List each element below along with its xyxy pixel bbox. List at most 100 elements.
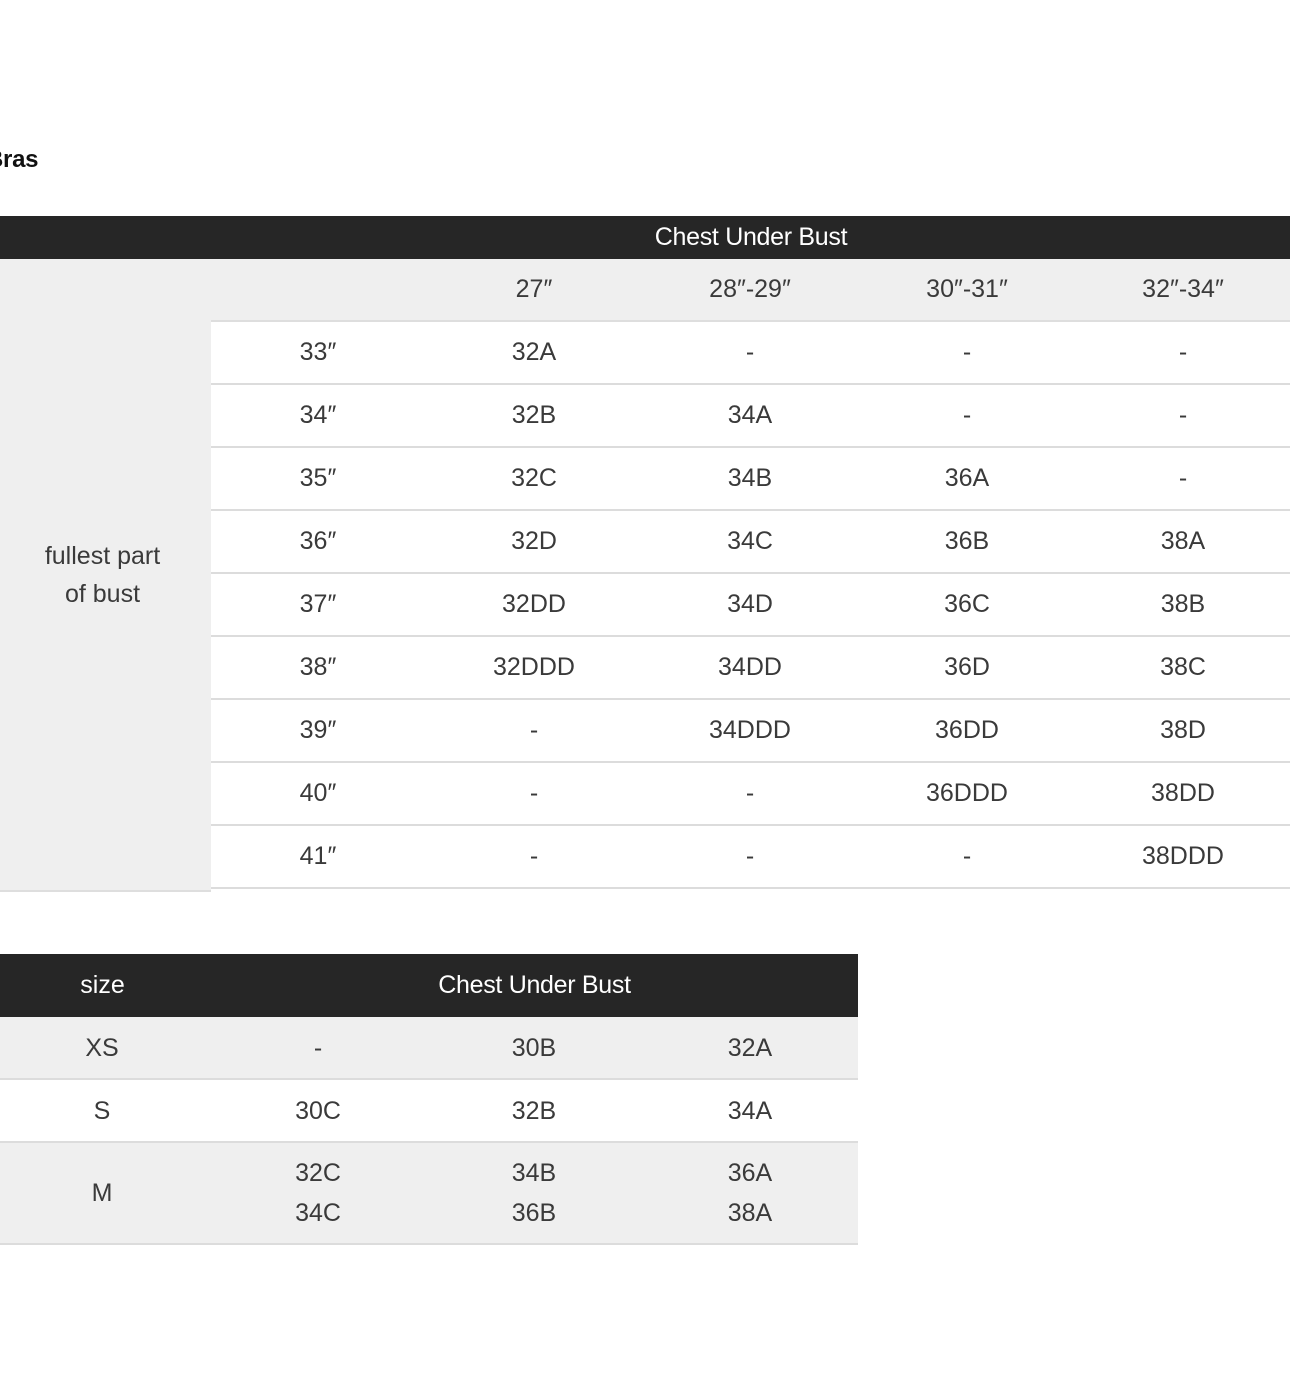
cell-line: 36A	[727, 1159, 773, 1187]
table-cell: -	[962, 842, 972, 870]
table-row: 40″ - - 36DDD 38DD	[211, 763, 1290, 826]
table-cell: -	[745, 842, 755, 870]
row-label-cell: 36″	[299, 527, 337, 555]
table-cell: 38D	[1160, 716, 1206, 744]
letter-size-table: size Chest Under Bust XS - 30B 32A S 30C 32B 34…	[0, 954, 858, 1245]
table-cell: -	[1178, 401, 1188, 429]
table-cell: 38B	[1160, 590, 1206, 618]
table-cell: 38C	[1160, 653, 1206, 681]
table-cell: 36A 38A	[650, 1143, 850, 1243]
row-group-label: fullest part of bust	[0, 537, 205, 613]
table-cell: 36A	[944, 464, 990, 492]
table-row: 38″ 32DDD 34DD 36D 38C	[211, 637, 1290, 700]
cell-line: 32B	[511, 1096, 557, 1125]
table-cell: -	[529, 779, 539, 807]
table-cell: -	[962, 338, 972, 366]
cell-line: 34A	[727, 1096, 773, 1125]
table-cell: 34B 36B	[434, 1143, 634, 1243]
table-cell: 36DDD	[926, 779, 1008, 807]
size-cell: S	[2, 1080, 202, 1141]
table-body: fullest part of bust 27″ 28″-29″ 30″-31″ 32…	[0, 259, 1290, 892]
row-label-cell: 41″	[299, 842, 337, 870]
table-cell: 34A	[727, 401, 773, 429]
table-row: M 32C 34C 34B 36B 36A 38A	[0, 1143, 858, 1245]
table-cell: 36DD	[935, 716, 999, 744]
table-cell: 34D	[727, 590, 773, 618]
table-row: S 30C 32B 34A	[0, 1080, 858, 1143]
row-label-cell: 39″	[299, 716, 337, 744]
row-label-cell: 33″	[299, 338, 337, 366]
table-cell: 34DDD	[709, 716, 791, 744]
table-cell: 32C	[511, 464, 557, 492]
chest-column-header: Chest Under Bust	[438, 971, 631, 999]
table-cell: -	[745, 338, 755, 366]
table-row: 36″ 32D 34C 36B 38A	[211, 511, 1290, 574]
table-cell: 38DD	[1151, 779, 1215, 807]
table-cell: -	[1178, 464, 1188, 492]
cell-line: 30B	[511, 1033, 557, 1062]
table-cell: 34A	[650, 1080, 850, 1141]
column-header-cell: 28″-29″	[709, 275, 791, 303]
row-label-cell: 38″	[299, 653, 337, 681]
table-cell: 34B	[727, 464, 773, 492]
table-cell: 32A	[650, 1017, 850, 1078]
table-cell: 38DDD	[1142, 842, 1224, 870]
column-header-cell: 27″	[515, 275, 553, 303]
bust-size-table: Chest Under Bust fullest part of bust 27…	[0, 216, 1290, 892]
cell-line: 32C	[295, 1159, 341, 1187]
table-row: 35″ 32C 34B 36A -	[211, 448, 1290, 511]
table-cell: 36D	[944, 653, 990, 681]
cell-line: 30C	[295, 1096, 341, 1125]
row-group-label-line: of bust	[64, 580, 141, 608]
table-cell: 34C	[727, 527, 773, 555]
table-cell: 32A	[511, 338, 557, 366]
table-cell: 32B	[434, 1080, 634, 1141]
table-cell: 32C 34C	[218, 1143, 418, 1243]
size-cell: XS	[2, 1017, 202, 1078]
cell-line: -	[313, 1033, 323, 1062]
row-group-label-line: fullest part	[44, 542, 161, 570]
table-row: 37″ 32DD 34D 36C 38B	[211, 574, 1290, 637]
row-group-header: fullest part of bust	[0, 259, 211, 892]
table-cell: 32DD	[502, 590, 566, 618]
row-label-cell: 35″	[299, 464, 337, 492]
row-label-cell: 40″	[299, 779, 337, 807]
table-header: size Chest Under Bust	[0, 954, 858, 1017]
table-header-chest-under-bust: Chest Under Bust	[0, 216, 1290, 259]
table-cell: 30C	[218, 1080, 418, 1141]
table-cell: 36C	[944, 590, 990, 618]
table-cell: 36B	[944, 527, 990, 555]
table-row: 33″ 32A - - -	[211, 322, 1290, 385]
table-cell: -	[529, 842, 539, 870]
table-row: 41″ - - - 38DDD	[211, 826, 1290, 889]
column-header-row: 27″ 28″-29″ 30″-31″ 32″-34″	[211, 259, 1290, 322]
table-cell: -	[962, 401, 972, 429]
cell-line: 32A	[727, 1033, 773, 1062]
table-cell: 32DDD	[493, 653, 575, 681]
table-cell: 38A	[1160, 527, 1206, 555]
size-value: XS	[85, 1033, 119, 1062]
table-cell: -	[218, 1017, 418, 1078]
column-header-cell: 30″-31″	[926, 275, 1008, 303]
size-value: M	[91, 1179, 113, 1207]
table-cell: -	[1178, 338, 1188, 366]
size-column-header: size	[80, 971, 125, 999]
cell-line: 36B	[511, 1199, 557, 1227]
cell-line: 38A	[727, 1199, 773, 1227]
size-cell: M	[2, 1143, 202, 1243]
table-cell: -	[745, 779, 755, 807]
table-row: 39″ - 34DDD 36DD 38D	[211, 700, 1290, 763]
table-cell: -	[529, 716, 539, 744]
table-cell: 32D	[511, 527, 557, 555]
table-cell: 30B	[434, 1017, 634, 1078]
table-cell: 34DD	[718, 653, 782, 681]
row-label-cell: 34″	[299, 401, 337, 429]
table-cell: 32B	[511, 401, 557, 429]
cell-line: 34C	[295, 1199, 341, 1227]
table-row: XS - 30B 32A	[0, 1017, 858, 1080]
table-row: 34″ 32B 34A - -	[211, 385, 1290, 448]
column-header-cell: 32″-34″	[1142, 275, 1224, 303]
size-value: S	[93, 1096, 111, 1125]
section-title: Bras	[0, 146, 39, 173]
row-label-cell: 37″	[299, 590, 337, 618]
